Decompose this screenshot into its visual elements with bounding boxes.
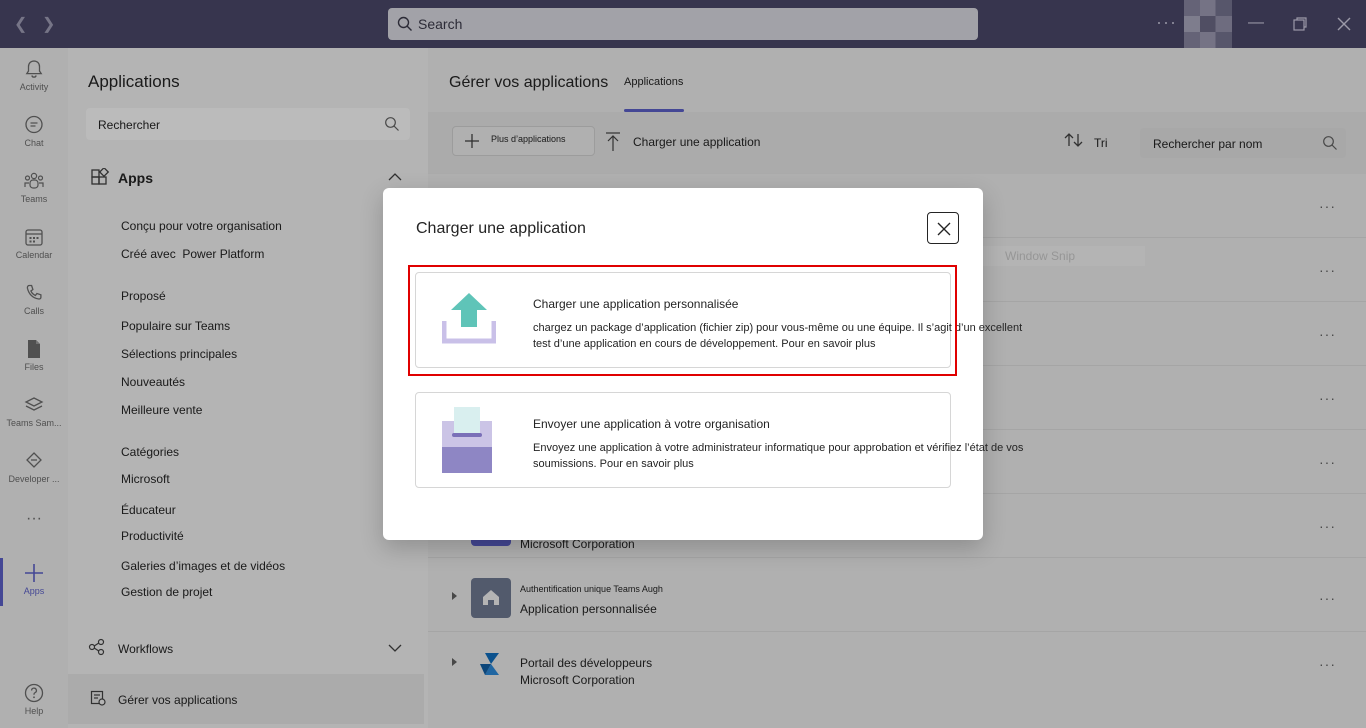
highlight-box [408,265,957,376]
option-description: Envoyez une application à votre administ… [533,440,1043,472]
option-title: Envoyer une application à votre organisa… [533,417,770,431]
option-description-line: Envoyez une application à votre administ… [533,442,1024,454]
dialog-title: Charger une application [416,220,586,237]
submit-to-org-icon [442,407,492,473]
submit-to-org-option[interactable]: Envoyer une application à votre organisa… [415,392,1023,488]
close-dialog-button[interactable] [927,212,959,244]
option-description-line: soumissions. Pour en savoir plus [533,458,694,470]
close-icon [937,222,951,236]
upload-app-dialog: Charger une application Charger une appl… [383,188,1023,540]
